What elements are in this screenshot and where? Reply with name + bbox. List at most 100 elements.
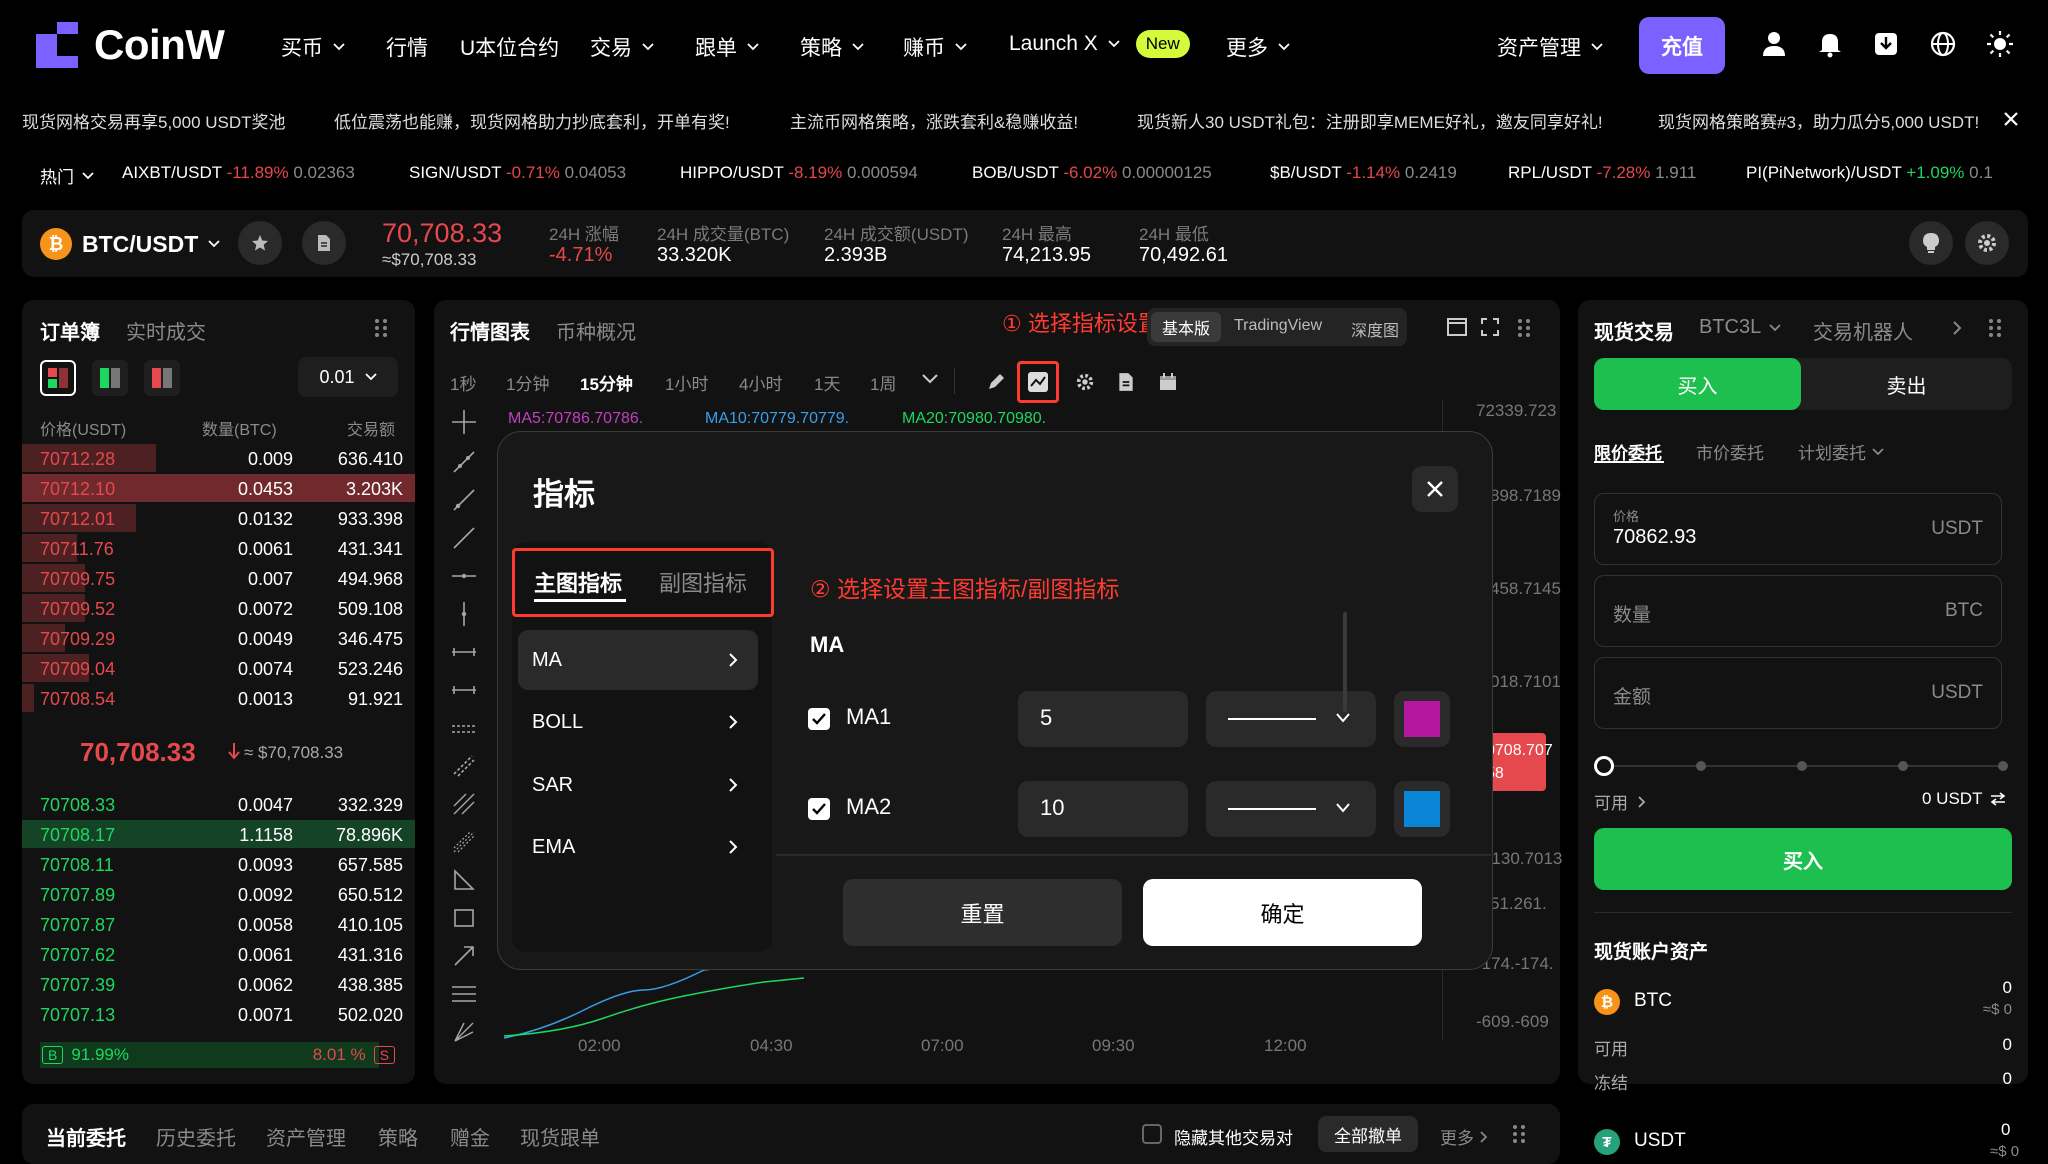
chevron-down-icon[interactable] <box>922 374 938 384</box>
ask-row[interactable]: 70712.10 0.0453 3.203K <box>22 474 415 504</box>
more-link[interactable]: 更多 <box>1440 1124 1488 1149</box>
price-input[interactable]: 价格 70862.93 USDT <box>1594 493 2002 565</box>
bid-row[interactable]: 70707.62 0.0061 431.316 <box>22 940 415 970</box>
nav-futures[interactable]: U本位合约 <box>460 32 559 62</box>
mode-tradingview[interactable]: TradingView <box>1234 317 1322 335</box>
hot-pair[interactable]: SIGN/USDT -0.71% 0.04053 <box>409 163 626 183</box>
vertical-line-icon[interactable] <box>452 602 476 626</box>
ask-row[interactable]: 70709.52 0.0072 509.108 <box>22 594 415 624</box>
calendar-icon[interactable] <box>1158 372 1178 392</box>
drag-handle-icon[interactable] <box>1517 318 1531 338</box>
hot-pair[interactable]: $B/USDT -1.14% 0.2419 <box>1270 163 1457 183</box>
window-icon[interactable] <box>1447 318 1467 336</box>
tf-1h[interactable]: 1小时 <box>665 370 708 395</box>
pair-selector[interactable]: ₿ BTC/USDT <box>40 228 220 260</box>
announcement-item[interactable]: 低位震荡也能赚，现货网格助力抄底套利，开单有奖! <box>334 108 730 133</box>
tab-main-indicators[interactable]: 主图指标 <box>534 566 622 598</box>
gear-icon[interactable] <box>1075 372 1095 392</box>
bid-row[interactable]: 70708.33 0.0047 332.329 <box>22 790 415 820</box>
ask-row[interactable]: 70711.76 0.0061 431.341 <box>22 534 415 564</box>
quantity-input[interactable]: 数量 BTC <box>1594 575 2002 647</box>
drag-handle-icon[interactable] <box>1512 1124 1526 1144</box>
indicator-item-ema[interactable]: EMA <box>518 817 758 877</box>
ma1-checkbox[interactable] <box>808 708 830 730</box>
ask-row[interactable]: 70709.04 0.0074 523.246 <box>22 654 415 684</box>
tab-order-history[interactable]: 历史委托 <box>156 1122 236 1151</box>
indicator-item-sar[interactable]: SAR <box>518 755 758 815</box>
idea-button[interactable] <box>1909 221 1953 265</box>
tab-trading-bot[interactable]: 交易机器人 <box>1813 316 1913 345</box>
download-icon[interactable] <box>1872 30 1900 58</box>
confirm-button[interactable]: 确定 <box>1143 879 1422 946</box>
precision-select[interactable]: 0.01 <box>298 357 398 397</box>
order-type-market[interactable]: 市价委托 <box>1696 439 1764 464</box>
pair-info-button[interactable] <box>302 221 346 265</box>
tab-recent-trades[interactable]: 实时成交 <box>126 316 206 345</box>
pitchfork-icon[interactable] <box>452 792 476 816</box>
mode-basic[interactable]: 基本版 <box>1151 312 1221 342</box>
bid-row[interactable]: 70707.89 0.0092 650.512 <box>22 880 415 910</box>
bid-row[interactable]: 70707.13 0.0071 502.020 <box>22 1000 415 1030</box>
announcement-item[interactable]: 主流币网格策略，涨跌套利&稳赚收益! <box>790 108 1078 133</box>
tab-chart[interactable]: 行情图表 <box>450 316 530 345</box>
triangle-icon[interactable] <box>452 868 476 892</box>
tab-btc3l[interactable]: BTC3L <box>1699 316 1781 339</box>
ma1-line-style-select[interactable] <box>1206 691 1376 747</box>
reset-button[interactable]: 重置 <box>843 879 1122 946</box>
bid-row[interactable]: 70707.87 0.0058 410.105 <box>22 910 415 940</box>
hot-pair[interactable]: AIXBT/USDT -11.89% 0.02363 <box>122 163 355 183</box>
ma1-color-picker[interactable] <box>1394 691 1450 747</box>
ask-row[interactable]: 70709.29 0.0049 346.475 <box>22 624 415 654</box>
document-icon[interactable] <box>1117 372 1135 392</box>
view-asks-button[interactable] <box>144 360 180 396</box>
indicator-item-ma[interactable]: MA <box>518 630 758 690</box>
sell-tab[interactable]: 卖出 <box>1801 358 2012 410</box>
order-type-plan[interactable]: 计划委托 <box>1798 439 1884 464</box>
nav-trade[interactable]: 交易 <box>590 32 654 62</box>
ma1-period-input[interactable]: 5 <box>1018 691 1188 747</box>
tab-spot-copy[interactable]: 现货跟单 <box>520 1122 600 1151</box>
tab-sub-indicators[interactable]: 副图指标 <box>659 566 747 598</box>
crosshair-icon[interactable] <box>452 410 476 434</box>
drag-handle-icon[interactable] <box>1988 318 2002 338</box>
drag-handle-icon[interactable] <box>374 318 388 338</box>
ma2-line-style-select[interactable] <box>1206 781 1376 837</box>
ma2-period-input[interactable]: 10 <box>1018 781 1188 837</box>
ma2-checkbox[interactable] <box>808 798 830 820</box>
buy-tab[interactable]: 买入 <box>1594 358 1801 410</box>
percentage-slider[interactable] <box>1594 756 2012 776</box>
tab-bonus[interactable]: 赠金 <box>450 1122 490 1151</box>
deposit-button[interactable]: 充值 <box>1639 17 1725 74</box>
mode-depth[interactable]: 深度图 <box>1351 317 1399 341</box>
tf-1m[interactable]: 1分钟 <box>506 370 549 395</box>
tab-coin-overview[interactable]: 币种概况 <box>556 316 636 345</box>
ask-row[interactable]: 70712.28 0.009 636.410 <box>22 444 415 474</box>
ask-row[interactable]: 70712.01 0.0132 933.398 <box>22 504 415 534</box>
fib-retracement-icon[interactable] <box>452 982 476 1006</box>
bid-row[interactable]: 70708.11 0.0093 657.585 <box>22 850 415 880</box>
tab-strategy[interactable]: 策略 <box>378 1122 418 1151</box>
buy-submit-button[interactable]: 买入 <box>1594 828 2012 890</box>
nav-earn[interactable]: 赚币 <box>903 32 967 62</box>
indicator-item-boll[interactable]: BOLL <box>518 692 758 752</box>
horizontal-line-icon[interactable] <box>452 640 476 664</box>
cancel-all-button[interactable]: 全部撤单 <box>1318 1116 1418 1152</box>
globe-icon[interactable] <box>1929 30 1957 58</box>
logo[interactable]: CoinW <box>34 20 225 70</box>
nav-strategy[interactable]: 策略 <box>800 32 864 62</box>
tf-15m[interactable]: 15分钟 <box>580 370 633 395</box>
view-bids-button[interactable] <box>92 360 128 396</box>
slider-thumb[interactable] <box>1594 756 1614 776</box>
settings-button[interactable] <box>1965 221 2009 265</box>
horizontal-ray-icon[interactable] <box>452 564 476 588</box>
trendline-icon[interactable] <box>452 450 476 474</box>
close-icon[interactable] <box>2002 110 2020 128</box>
ask-row[interactable]: 70708.54 0.0013 91.921 <box>22 684 415 714</box>
nav-copy-trading[interactable]: 跟单 <box>695 32 759 62</box>
rectangle-icon[interactable] <box>452 906 476 930</box>
fib-icon[interactable] <box>452 830 476 854</box>
announcement-item[interactable]: 现货网格交易再享5,000 USDT奖池 <box>22 108 286 133</box>
tf-1s[interactable]: 1秒 <box>450 370 476 395</box>
tf-4h[interactable]: 4小时 <box>739 370 782 395</box>
sun-icon[interactable] <box>1986 30 2014 58</box>
